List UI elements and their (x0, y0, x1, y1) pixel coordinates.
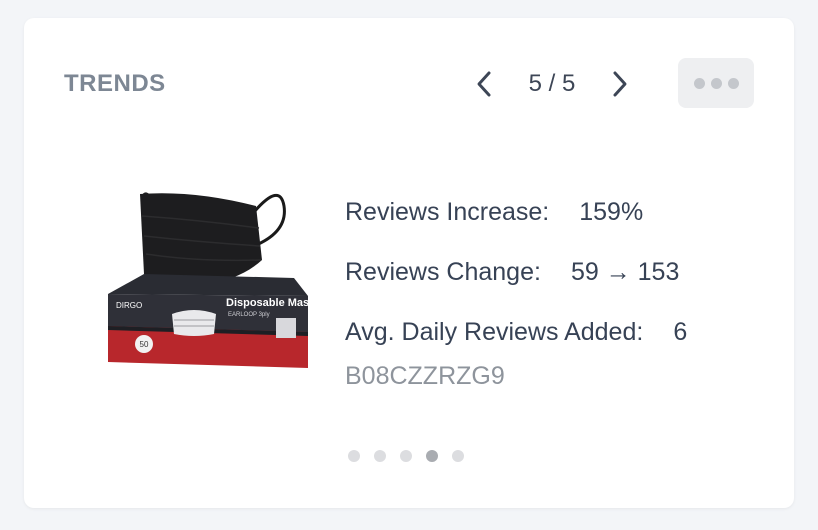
stat-reviews-increase: Reviews Increase: 159% (345, 182, 687, 242)
stat-label: Reviews Change: (345, 257, 541, 286)
more-dot-icon (710, 77, 722, 89)
stats-list: Reviews Increase: 159% Reviews Change: 5… (345, 182, 687, 362)
stat-value: 159% (579, 197, 644, 226)
svg-text:EARLOOP 3ply: EARLOOP 3ply (228, 312, 270, 318)
svg-text:Disposable Mask: Disposable Mask (226, 297, 314, 309)
stat-avg-daily-reviews: Avg. Daily Reviews Added: 6 (345, 302, 687, 362)
svg-text:DIRGO: DIRGO (116, 301, 142, 310)
chevron-right-icon (613, 71, 627, 97)
pagination-dot-active[interactable] (426, 450, 438, 462)
pagination-dots (348, 450, 464, 462)
more-button[interactable] (678, 58, 754, 108)
svg-text:50: 50 (140, 340, 149, 349)
product-image[interactable]: 50 DIRGO Disposable Mask EARLOOP 3ply (104, 176, 314, 371)
pagination-dot[interactable] (400, 450, 412, 462)
stat-value: 59 → 153 (570, 257, 680, 286)
pager: 5 / 5 (466, 66, 638, 102)
pagination-dot[interactable] (452, 450, 464, 462)
trends-card: TRENDS 5 / 5 50 DIRGO Disposable Mask EA… (24, 18, 794, 508)
prev-button[interactable] (466, 66, 502, 102)
pagination-dot[interactable] (348, 450, 360, 462)
more-dot-icon (727, 77, 739, 89)
stat-label: Reviews Increase: (345, 197, 550, 226)
pager-text: 5 / 5 (528, 70, 576, 97)
stat-reviews-change: Reviews Change: 59 → 153 (345, 242, 687, 302)
stat-value: 6 (673, 317, 688, 346)
pagination-dot[interactable] (374, 450, 386, 462)
next-button[interactable] (602, 66, 638, 102)
widget-title: TRENDS (64, 70, 166, 97)
stat-label: Avg. Daily Reviews Added: (345, 317, 644, 346)
chevron-left-icon (477, 71, 491, 97)
product-asin[interactable]: B08CZZRZG9 (345, 362, 505, 391)
more-dot-icon (693, 77, 705, 89)
